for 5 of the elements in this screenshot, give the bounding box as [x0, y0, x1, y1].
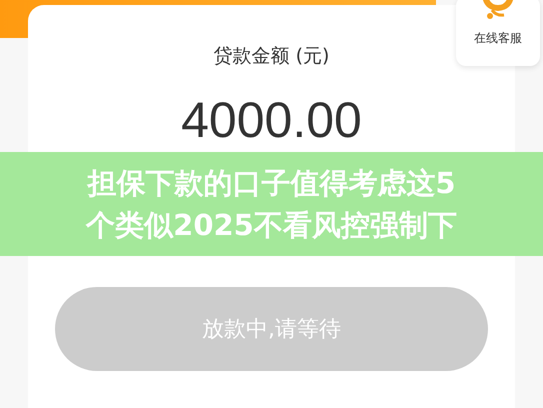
headline-text: 个类似2025不看风控强制下: [86, 207, 457, 244]
loan-amount: 4000.00: [181, 91, 362, 149]
headline-text: 担保下款的口子值得考虑这5: [87, 165, 456, 202]
customer-service-button[interactable]: 在线客服: [456, 0, 540, 66]
loan-amount-label: 贷款金额 (元): [214, 44, 330, 69]
